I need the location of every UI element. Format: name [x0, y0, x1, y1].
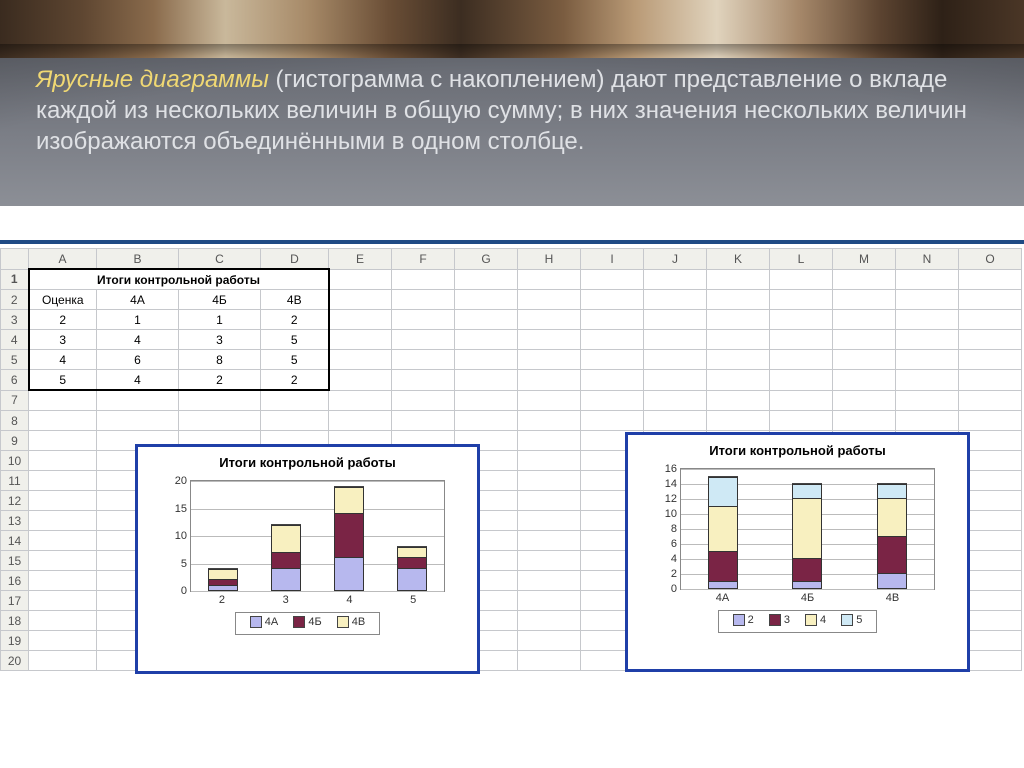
cell[interactable]: 2 — [261, 310, 329, 330]
legend-swatch-icon — [733, 614, 745, 626]
column-header-row: A B C D E F G H I J K L M N O — [1, 249, 1022, 270]
legend-item: 3 — [769, 614, 790, 626]
col-header[interactable]: C — [179, 249, 261, 270]
legend-item: 4А — [250, 616, 278, 628]
row-header[interactable]: 12 — [1, 491, 29, 511]
legend-item: 4 — [805, 614, 826, 626]
row-header[interactable]: 8 — [1, 411, 29, 431]
cell[interactable]: 3 — [179, 330, 261, 350]
row-header[interactable]: 3 — [1, 310, 29, 330]
legend-item: 4Б — [293, 616, 321, 628]
chart-legend: 2 3 4 5 — [718, 610, 878, 633]
row-header[interactable]: 11 — [1, 471, 29, 491]
row-header[interactable]: 15 — [1, 551, 29, 571]
cell[interactable]: 5 — [261, 350, 329, 370]
cell[interactable]: 4В — [261, 290, 329, 310]
cell[interactable]: 4 — [29, 350, 97, 370]
col-header[interactable]: F — [392, 249, 455, 270]
chart-legend: 4А 4Б 4В — [235, 612, 380, 635]
col-header[interactable]: I — [581, 249, 644, 270]
row-header[interactable]: 1 — [1, 269, 29, 290]
chart-right[interactable]: Итоги контрольной работы 0246810121416 4… — [625, 432, 970, 672]
col-header[interactable]: B — [97, 249, 179, 270]
corner-cell[interactable] — [1, 249, 29, 270]
row-header[interactable]: 10 — [1, 451, 29, 471]
row-header[interactable]: 6 — [1, 370, 29, 391]
slide-text: Ярусные диаграммы (гистограмма с накопле… — [36, 64, 988, 158]
col-header[interactable]: N — [896, 249, 959, 270]
chart-plot-area: 05101520 — [190, 480, 445, 592]
row-header[interactable]: 4 — [1, 330, 29, 350]
cell[interactable]: 5 — [29, 370, 97, 391]
legend-swatch-icon — [293, 616, 305, 628]
legend-swatch-icon — [337, 616, 349, 628]
chart-left[interactable]: Итоги контрольной работы 05101520 2 3 4 … — [135, 444, 480, 674]
spreadsheet-area: A B C D E F G H I J K L M N O 1 Итоги ко… — [0, 242, 1024, 768]
legend-swatch-icon — [769, 614, 781, 626]
cell[interactable]: 4Б — [179, 290, 261, 310]
col-header[interactable]: A — [29, 249, 97, 270]
row-header[interactable]: 18 — [1, 611, 29, 631]
chart-x-labels: 4А 4Б 4В — [680, 592, 935, 604]
chart-title: Итоги контрольной работы — [636, 443, 959, 458]
cell[interactable]: Оценка — [29, 290, 97, 310]
cell[interactable]: 4 — [97, 330, 179, 350]
col-header[interactable]: M — [833, 249, 896, 270]
row-header[interactable]: 2 — [1, 290, 29, 310]
legend-item: 4В — [337, 616, 365, 628]
legend-item: 5 — [841, 614, 862, 626]
cell[interactable]: 4А — [97, 290, 179, 310]
row-header[interactable]: 14 — [1, 531, 29, 551]
slide-text-emphasis: Ярусные диаграммы — [36, 66, 269, 93]
cell[interactable]: 8 — [179, 350, 261, 370]
row-header[interactable]: 9 — [1, 431, 29, 451]
cell[interactable]: 1 — [179, 310, 261, 330]
row-header[interactable]: 19 — [1, 631, 29, 651]
cell[interactable]: 2 — [29, 310, 97, 330]
legend-swatch-icon — [250, 616, 262, 628]
cell[interactable]: 1 — [97, 310, 179, 330]
cell[interactable]: 6 — [97, 350, 179, 370]
table-title-cell[interactable]: Итоги контрольной работы — [29, 269, 329, 290]
legend-item: 2 — [733, 614, 754, 626]
col-header[interactable]: L — [770, 249, 833, 270]
chart-plot-area: 0246810121416 — [680, 468, 935, 590]
col-header[interactable]: J — [644, 249, 707, 270]
row-header[interactable]: 16 — [1, 571, 29, 591]
cell[interactable]: 2 — [179, 370, 261, 391]
row-header[interactable]: 7 — [1, 390, 29, 411]
col-header[interactable]: G — [455, 249, 518, 270]
legend-swatch-icon — [805, 614, 817, 626]
cell[interactable]: 5 — [261, 330, 329, 350]
chart-x-labels: 2 3 4 5 — [190, 594, 445, 606]
col-header[interactable]: O — [959, 249, 1022, 270]
cell[interactable]: 2 — [261, 370, 329, 391]
cell[interactable]: 4 — [97, 370, 179, 391]
cell[interactable]: 3 — [29, 330, 97, 350]
row-header[interactable]: 17 — [1, 591, 29, 611]
row-header[interactable]: 5 — [1, 350, 29, 370]
legend-swatch-icon — [841, 614, 853, 626]
col-header[interactable]: K — [707, 249, 770, 270]
decorative-header-strip — [0, 0, 1024, 58]
col-header[interactable]: D — [261, 249, 329, 270]
row-header[interactable]: 13 — [1, 511, 29, 531]
row-header[interactable]: 20 — [1, 651, 29, 671]
col-header[interactable]: E — [329, 249, 392, 270]
chart-title: Итоги контрольной работы — [146, 455, 469, 470]
col-header[interactable]: H — [518, 249, 581, 270]
